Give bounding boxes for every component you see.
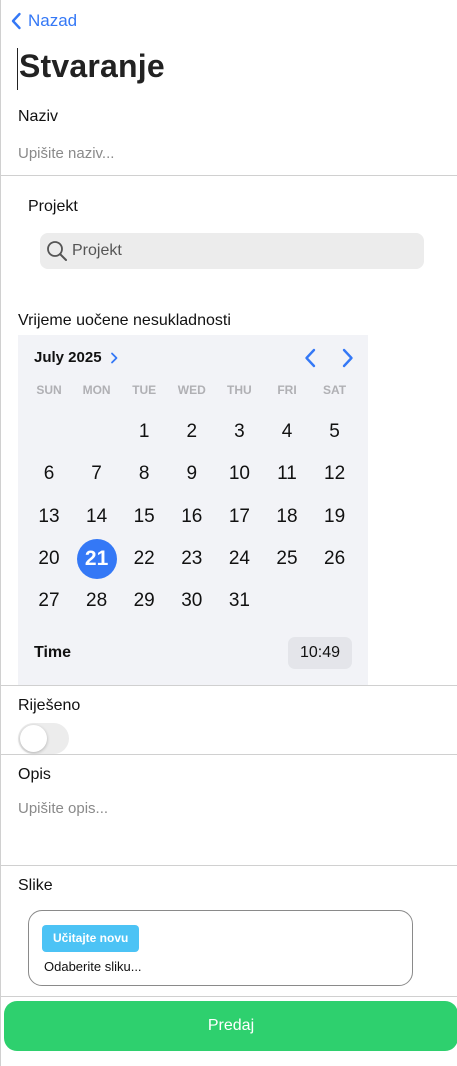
- calendar-day[interactable]: 26: [315, 539, 355, 579]
- resolved-label: Riješeno: [18, 697, 81, 714]
- calendar-day[interactable]: 25: [267, 539, 307, 579]
- calendar-day[interactable]: 18: [267, 497, 307, 537]
- weekday-label: FRI: [277, 383, 297, 397]
- weekday-label: SAT: [323, 383, 347, 397]
- images-label: Slike: [18, 877, 53, 894]
- calendar-day[interactable]: 8: [124, 454, 164, 494]
- weekday-label: SUN: [36, 383, 62, 397]
- chevron-left-icon: [305, 348, 316, 368]
- divider: [1, 865, 457, 866]
- divider: [1, 685, 457, 686]
- calendar-day[interactable]: 9: [172, 454, 212, 494]
- calendar-day[interactable]: 16: [172, 497, 212, 537]
- back-button[interactable]: Nazad: [10, 11, 77, 31]
- calendar-day[interactable]: 1: [124, 412, 164, 452]
- calendar-day[interactable]: 3: [219, 412, 259, 452]
- calendar-day[interactable]: 2: [172, 412, 212, 452]
- search-icon: [47, 241, 67, 261]
- calendar-day[interactable]: 13: [29, 497, 69, 537]
- project-label: Projekt: [28, 198, 78, 215]
- name-input[interactable]: Upišite naziv...: [18, 145, 114, 162]
- month-label: July 2025: [34, 349, 102, 366]
- weekday-label: MON: [82, 383, 111, 397]
- calendar-day[interactable]: 27: [29, 581, 69, 621]
- toggle-knob: [20, 725, 47, 752]
- project-search-input[interactable]: [72, 242, 402, 260]
- time-picker[interactable]: 10:49: [288, 637, 352, 669]
- calendar-day[interactable]: 29: [124, 581, 164, 621]
- image-upload-area[interactable]: Učitajte novu Odaberite sliku...: [28, 910, 413, 986]
- next-month-button[interactable]: [341, 347, 355, 374]
- prev-month-button[interactable]: [303, 347, 317, 374]
- text-cursor: [17, 48, 18, 90]
- calendar-day[interactable]: 7: [77, 454, 117, 494]
- calendar-day[interactable]: 11: [267, 454, 307, 494]
- calendar-day[interactable]: 12: [315, 454, 355, 494]
- time-label: Time: [34, 644, 72, 661]
- name-label: Naziv: [18, 108, 59, 125]
- date-picker: July 2025 SUN MON TUE WED THU FRI SAT 12345678…: [18, 335, 368, 685]
- calendar-day[interactable]: 19: [315, 497, 355, 537]
- weekday-label: TUE: [132, 383, 157, 397]
- chevron-right-icon: [342, 348, 353, 368]
- month-year-button[interactable]: July 2025: [34, 349, 118, 366]
- datetime-label: Vrijeme uočene nesukladnosti: [18, 312, 231, 329]
- calendar-day[interactable]: 28: [77, 581, 117, 621]
- divider: [1, 996, 457, 997]
- calendar-day-selected[interactable]: 21: [76, 538, 117, 579]
- calendar-day[interactable]: 5: [315, 412, 355, 452]
- weekday-label: WED: [177, 383, 206, 397]
- calendar-day[interactable]: 23: [172, 539, 212, 579]
- calendar-day[interactable]: 6: [29, 454, 69, 494]
- calendar-day[interactable]: 31: [219, 581, 259, 621]
- calendar-day[interactable]: 22: [124, 539, 164, 579]
- chevron-left-icon: [11, 12, 21, 30]
- calendar-day[interactable]: 10: [219, 454, 259, 494]
- project-search-field[interactable]: [40, 233, 424, 269]
- divider: [1, 175, 457, 176]
- calendar-day[interactable]: 24: [219, 539, 259, 579]
- calendar-day[interactable]: 14: [77, 497, 117, 537]
- create-screen: Nazad Stvaranje Naziv Upišite naziv... P…: [0, 0, 457, 1066]
- calendar-day[interactable]: 15: [124, 497, 164, 537]
- description-input[interactable]: Upišite opis...: [18, 800, 108, 817]
- calendar-day[interactable]: 30: [172, 581, 212, 621]
- divider: [1, 754, 457, 755]
- weekday-label: THU: [227, 383, 252, 397]
- chevron-right-icon: [110, 352, 117, 363]
- description-label: Opis: [18, 766, 51, 783]
- resolved-toggle[interactable]: [18, 723, 69, 754]
- calendar-day[interactable]: 4: [267, 412, 307, 452]
- calendar-day[interactable]: 20: [29, 539, 69, 579]
- page-title: Stvaranje: [19, 48, 165, 84]
- submit-button[interactable]: Predaj: [4, 1001, 457, 1051]
- calendar-day[interactable]: 17: [219, 497, 259, 537]
- back-label: Nazad: [28, 11, 78, 30]
- upload-new-button[interactable]: Učitajte novu: [42, 925, 140, 952]
- upload-hint: Odaberite sliku...: [44, 959, 142, 974]
